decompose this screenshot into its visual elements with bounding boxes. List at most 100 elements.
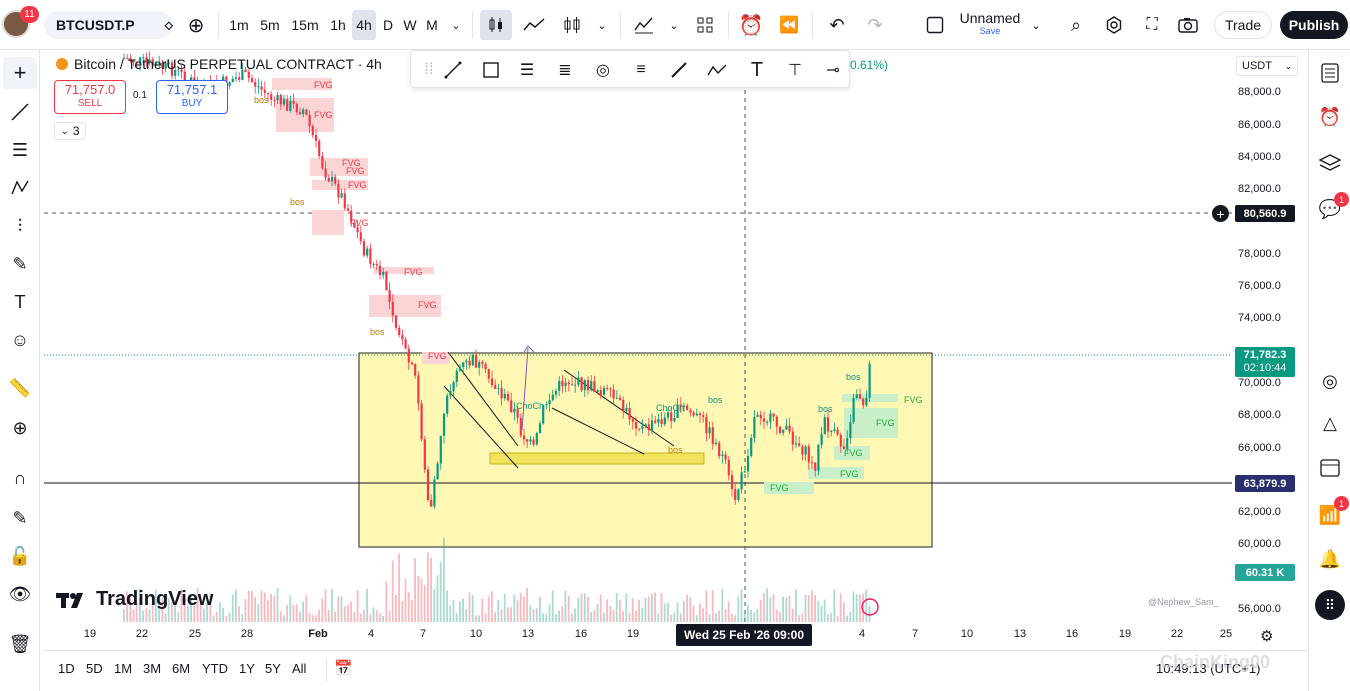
- range-5d[interactable]: 5D: [86, 661, 103, 676]
- range-1m[interactable]: 1M: [114, 661, 132, 676]
- volume-bar: [235, 589, 237, 622]
- magnet-icon[interactable]: ∩: [3, 462, 37, 494]
- range-all[interactable]: All: [292, 661, 306, 676]
- volume-bar: [302, 601, 304, 622]
- quick-search-icon[interactable]: ⌕: [1062, 10, 1090, 40]
- chart-pane[interactable]: FVG FVG FVG FVG FVG bos bos FVG FVG FVG bos FVG ChoC…: [44, 50, 1232, 622]
- ray-tool-icon[interactable]: ⊸: [821, 58, 845, 82]
- publish-button[interactable]: Publish: [1280, 11, 1348, 39]
- line-tool-icon[interactable]: [441, 58, 465, 82]
- camera-icon[interactable]: [1174, 10, 1202, 40]
- notification-bell-icon[interactable]: 🔔: [1315, 544, 1345, 574]
- volume-bar: [798, 615, 800, 622]
- interval-1m[interactable]: 1m: [226, 10, 252, 40]
- layout-grid-icon[interactable]: [690, 10, 720, 40]
- zoom-icon[interactable]: ⊕: [3, 412, 37, 444]
- time-axis[interactable]: 19 22 25 28 Feb 4 7 10 13 16 19 4 7 10 1…: [44, 622, 1232, 648]
- brush-icon[interactable]: ✎: [3, 248, 37, 280]
- forecast-icon[interactable]: ⫶: [3, 210, 37, 242]
- range-1y[interactable]: 1Y: [239, 661, 255, 676]
- interval-5m[interactable]: 5m: [256, 10, 284, 40]
- watchlist-icon[interactable]: [1315, 58, 1345, 88]
- path-tool-icon[interactable]: [705, 58, 729, 82]
- candle-body: [298, 112, 302, 115]
- candle-body: [414, 364, 417, 376]
- redo-icon[interactable]: ↷: [860, 10, 890, 40]
- range-3m[interactable]: 3M: [143, 661, 161, 676]
- anchored-text-icon[interactable]: ⊤: [783, 58, 807, 82]
- range-1d[interactable]: 1D: [58, 661, 75, 676]
- range-6m[interactable]: 6M: [172, 661, 190, 676]
- trade-button[interactable]: Trade: [1214, 11, 1272, 39]
- chevron-down-icon[interactable]: ⌄: [446, 10, 466, 40]
- indicators-toggle[interactable]: ⌄ 3: [54, 122, 86, 140]
- pyramid-icon[interactable]: △: [1315, 408, 1345, 438]
- fullscreen-icon[interactable]: ⛶: [1138, 10, 1166, 40]
- apps-grid-icon[interactable]: ⠿: [1315, 590, 1345, 620]
- chart-canvas[interactable]: FVG FVG FVG FVG FVG bos bos FVG FVG FVG bos FVG ChoC…: [44, 50, 1232, 622]
- chevron-down-icon[interactable]: ⌄: [1028, 10, 1044, 40]
- interval-m[interactable]: M: [422, 10, 442, 40]
- interval-15m[interactable]: 15m: [288, 10, 322, 40]
- layout-name-button[interactable]: Unnamed Save: [954, 10, 1026, 40]
- chart-legend[interactable]: Bitcoin / TetherUS PERPETUAL CONTRACT · …: [56, 56, 382, 72]
- range-5y[interactable]: 5Y: [265, 661, 281, 676]
- bar-chart-icon[interactable]: [556, 10, 588, 40]
- interval-1h[interactable]: 1h: [326, 10, 350, 40]
- text-icon[interactable]: T: [3, 286, 37, 318]
- calendar-icon[interactable]: [1315, 452, 1345, 482]
- indicators-icon[interactable]: [628, 10, 660, 40]
- candle-body: [282, 99, 286, 105]
- crosshair-icon[interactable]: +: [3, 57, 37, 89]
- volume-bar: [542, 613, 544, 622]
- symbol-search-button[interactable]: BTCUSDT.P ⬦: [44, 11, 173, 39]
- undo-icon[interactable]: ↶: [822, 10, 852, 40]
- layout-checkbox-icon[interactable]: [922, 10, 948, 40]
- volume-bar: [868, 605, 871, 622]
- candles-icon[interactable]: [480, 10, 512, 40]
- chevron-down-icon[interactable]: ⌄: [664, 10, 684, 40]
- settings-icon[interactable]: ⚙: [1260, 627, 1273, 645]
- eye-icon[interactable]: 👁: [3, 578, 37, 610]
- chevron-down-icon[interactable]: ⌄: [592, 10, 612, 40]
- lock-icon[interactable]: 🔓: [3, 540, 37, 572]
- replay-icon[interactable]: ⏪: [774, 10, 804, 40]
- parallel-tool-icon[interactable]: ≡: [629, 58, 653, 82]
- circle-tool-icon[interactable]: ◎: [591, 58, 615, 82]
- settings-gear-icon[interactable]: [1100, 10, 1128, 40]
- interval-4h[interactable]: 4h: [352, 10, 376, 40]
- trendline-icon[interactable]: [3, 96, 37, 128]
- ruler-icon[interactable]: 📏: [3, 372, 37, 404]
- interval-w[interactable]: W: [400, 10, 420, 40]
- pattern-icon[interactable]: [3, 172, 37, 204]
- fib-tool-icon[interactable]: ≣: [553, 58, 577, 82]
- currency-select[interactable]: USDT ⌄: [1236, 56, 1298, 76]
- channel-tool-icon[interactable]: ☰: [515, 58, 539, 82]
- candle-body: [702, 415, 705, 417]
- trash-icon[interactable]: 🗑: [3, 628, 37, 660]
- add-alert-plus-icon[interactable]: +: [1212, 205, 1229, 222]
- add-symbol-icon[interactable]: ⊕: [182, 10, 210, 40]
- line-chart-icon[interactable]: [518, 10, 550, 40]
- alert-clock-icon[interactable]: ⏰: [736, 10, 766, 40]
- range-ytd[interactable]: YTD: [202, 661, 228, 676]
- interval-d[interactable]: D: [378, 10, 398, 40]
- alerts-clock-icon[interactable]: ⏰: [1315, 102, 1345, 132]
- brush-tool-icon[interactable]: [667, 58, 691, 82]
- tradingview-logo[interactable]: TradingView: [56, 588, 213, 611]
- layers-icon[interactable]: [1315, 148, 1345, 178]
- emoji-icon[interactable]: ☺: [3, 324, 37, 356]
- rectangle-tool-icon[interactable]: [479, 58, 503, 82]
- lock-drawing-icon[interactable]: ✎: [3, 502, 37, 534]
- candle-body: [647, 424, 650, 431]
- fib-icon[interactable]: ☰: [3, 134, 37, 166]
- buy-button[interactable]: 71,757.1 BUY: [156, 80, 228, 114]
- chart-annotation-label: FVG: [840, 469, 859, 479]
- drag-handle-icon[interactable]: ⁞⁞: [417, 58, 441, 82]
- volume-bar: [622, 611, 624, 622]
- target-icon[interactable]: ◎: [1315, 366, 1345, 396]
- date-range-icon[interactable]: 📅: [334, 659, 353, 677]
- price-axis[interactable]: USDT ⌄ 88,000.0 86,000.0 84,000.0 82,000…: [1232, 50, 1306, 622]
- sell-button[interactable]: 71,757.0 SELL: [54, 80, 126, 114]
- text-tool-icon[interactable]: T: [745, 58, 769, 82]
